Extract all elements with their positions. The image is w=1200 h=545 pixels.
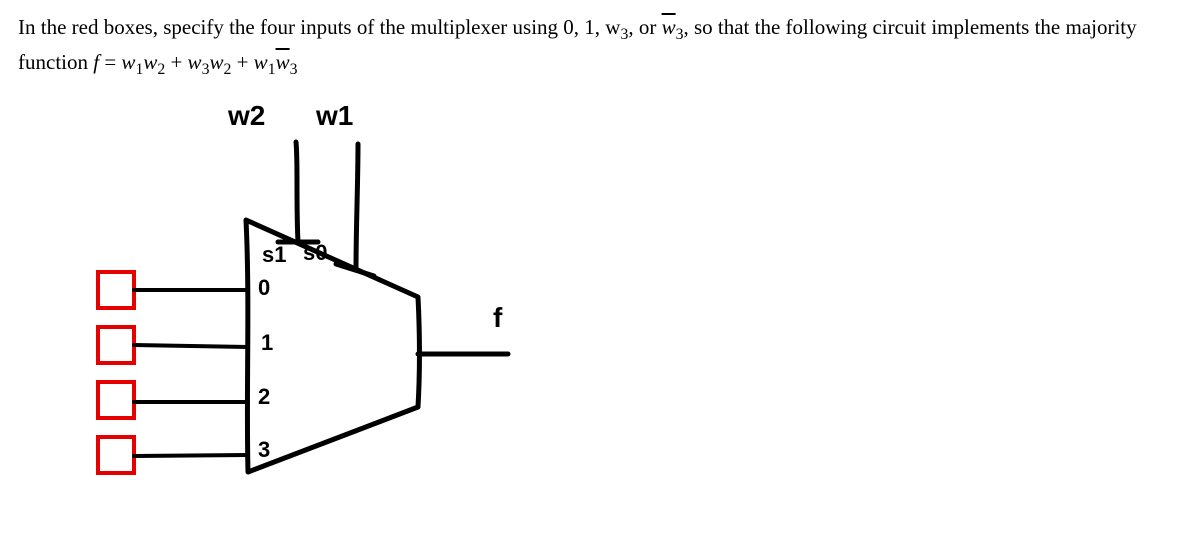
question-intro: In the red boxes, specify the four input… xyxy=(18,15,620,39)
t1b: w xyxy=(143,50,157,74)
select-wire-s0 xyxy=(356,144,358,270)
input-box-2 xyxy=(98,382,134,418)
input-box-0 xyxy=(98,272,134,308)
in3-label: 3 xyxy=(258,437,270,463)
s0-label: s0 xyxy=(303,240,328,266)
t3b: w xyxy=(276,50,290,74)
plus2: + xyxy=(231,50,253,74)
t2b: w xyxy=(209,50,223,74)
data-wires xyxy=(134,290,248,456)
eq-sign: = xyxy=(99,50,121,74)
s1-label: s1 xyxy=(262,242,287,268)
output-label: f xyxy=(493,302,502,334)
input-box-3 xyxy=(98,437,134,473)
t2a: w xyxy=(188,50,202,74)
t3a: w xyxy=(254,50,268,74)
t3a-sub: 1 xyxy=(268,61,276,78)
in2-label: 2 xyxy=(258,384,270,410)
input-boxes-group xyxy=(98,272,134,473)
mux-diagram: w2 w1 s1 s0 0 1 2 3 f xyxy=(78,102,678,522)
wire-3 xyxy=(134,455,248,456)
wire-1 xyxy=(134,345,248,347)
in1-label: 1 xyxy=(261,330,273,356)
question-text: In the red boxes, specify the four input… xyxy=(18,12,1182,82)
comma-or: , or xyxy=(628,15,661,39)
mux-svg xyxy=(78,102,678,522)
plus1: + xyxy=(165,50,187,74)
select-wire-s1 xyxy=(296,142,298,242)
sel0-label: w1 xyxy=(316,100,353,132)
t3b-sub: 3 xyxy=(290,61,298,78)
sel1-label: w2 xyxy=(228,100,265,132)
t1a: w xyxy=(121,50,135,74)
w-bar: w xyxy=(662,15,676,39)
in0-label: 0 xyxy=(258,275,270,301)
input-box-1 xyxy=(98,327,134,363)
